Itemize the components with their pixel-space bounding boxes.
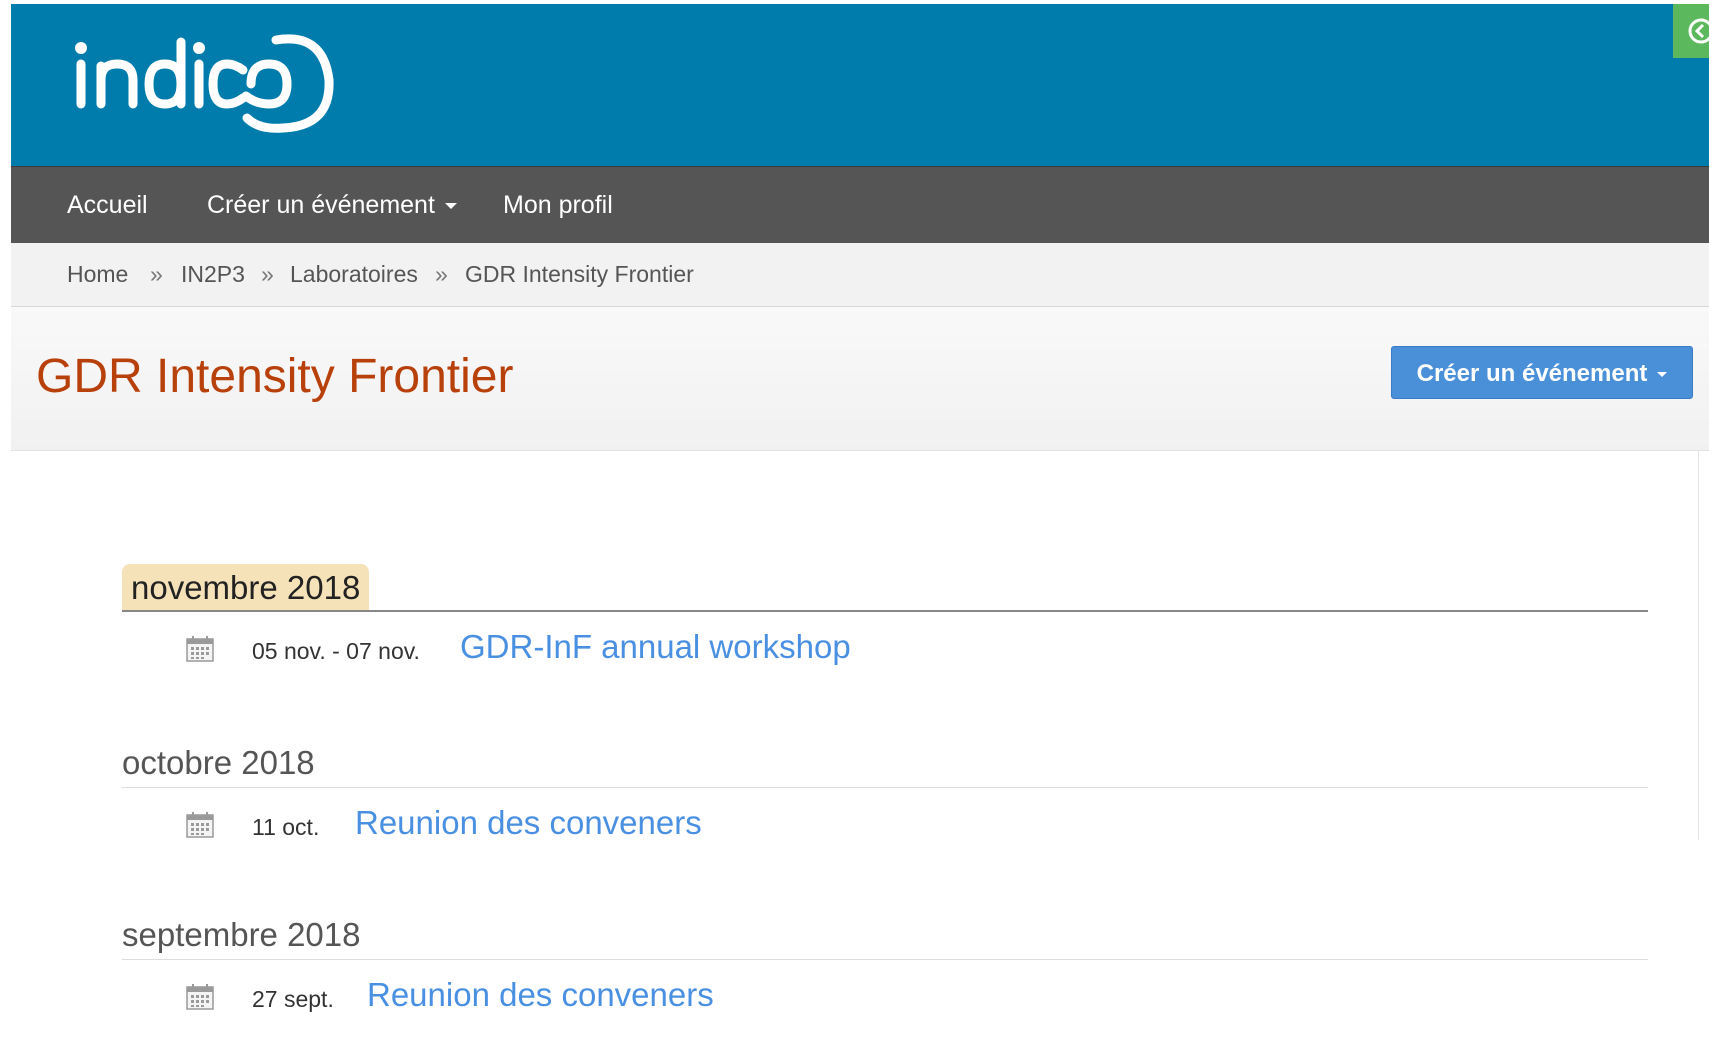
create-event-button-label: Créer un événement (1416, 360, 1648, 387)
event-item: 27 sept. Reunion des conveners (122, 960, 1648, 1030)
month-label: novembre 2018 (122, 564, 370, 610)
breadcrumb: Home » IN2P3 » Laboratoires » GDR Intens… (11, 243, 1709, 307)
indico-logo[interactable] (71, 22, 371, 142)
event-item: 05 nov. - 07 nov. GDR-InF annual worksho… (122, 612, 1648, 682)
calendar-icon (186, 812, 214, 838)
main-nav: Accueil Créer un événement Mon profil (11, 166, 1709, 243)
event-title-link[interactable]: Reunion des conveners (355, 804, 702, 842)
divider (1698, 450, 1699, 840)
month-title: novembre 2018 (122, 558, 1648, 612)
create-event-button[interactable]: Créer un événement (1391, 346, 1693, 399)
event-item: 11 oct. Reunion des conveners (122, 788, 1648, 858)
event-title-link[interactable]: GDR-InF annual workshop (460, 628, 851, 666)
breadcrumb-separator: » (435, 261, 448, 287)
back-circle-icon (1688, 18, 1709, 44)
page-title: GDR Intensity Frontier (36, 350, 514, 403)
calendar-icon (186, 636, 214, 662)
corner-badge[interactable] (1673, 4, 1709, 58)
event-title-link[interactable]: Reunion des conveners (367, 976, 714, 1014)
category-header: GDR Intensity Frontier Créer un événemen… (11, 307, 1709, 451)
calendar-icon (186, 984, 214, 1010)
nav-item-creer-evenement[interactable]: Créer un événement (207, 167, 457, 243)
month-title: septembre 2018 (122, 907, 1648, 960)
month-group: octobre 2018 11 oct. Reunion des convene… (122, 735, 1648, 858)
breadcrumb-in2p3[interactable]: IN2P3 (181, 243, 245, 306)
event-date: 05 nov. - 07 nov. (252, 638, 420, 664)
event-date: 27 sept. (252, 986, 334, 1012)
caret-down-icon (444, 203, 457, 210)
month-title: octobre 2018 (122, 735, 1648, 788)
nav-item-label: Accueil (67, 191, 148, 219)
nav-item-accueil[interactable]: Accueil (67, 167, 148, 243)
month-group: novembre 2018 05 nov. - 07 nov. GDR-InF … (122, 558, 1648, 682)
month-label: octobre 2018 (122, 744, 315, 781)
month-group: septembre 2018 27 sept. Reunion des conv… (122, 907, 1648, 1030)
month-label: septembre 2018 (122, 916, 361, 953)
breadcrumb-laboratoires[interactable]: Laboratoires (290, 243, 418, 306)
breadcrumb-separator: » (150, 261, 163, 287)
site-header (11, 4, 1709, 166)
nav-item-mon-profil[interactable]: Mon profil (503, 167, 613, 243)
nav-item-label: Mon profil (503, 191, 613, 219)
breadcrumb-current: GDR Intensity Frontier (465, 261, 694, 287)
breadcrumb-separator: » (261, 261, 274, 287)
caret-down-icon (1657, 372, 1668, 378)
nav-item-label: Créer un événement (207, 191, 435, 219)
page: Accueil Créer un événement Mon profil Ho… (0, 0, 1709, 1045)
event-date: 11 oct. (252, 814, 320, 840)
breadcrumb-home[interactable]: Home (67, 243, 128, 306)
